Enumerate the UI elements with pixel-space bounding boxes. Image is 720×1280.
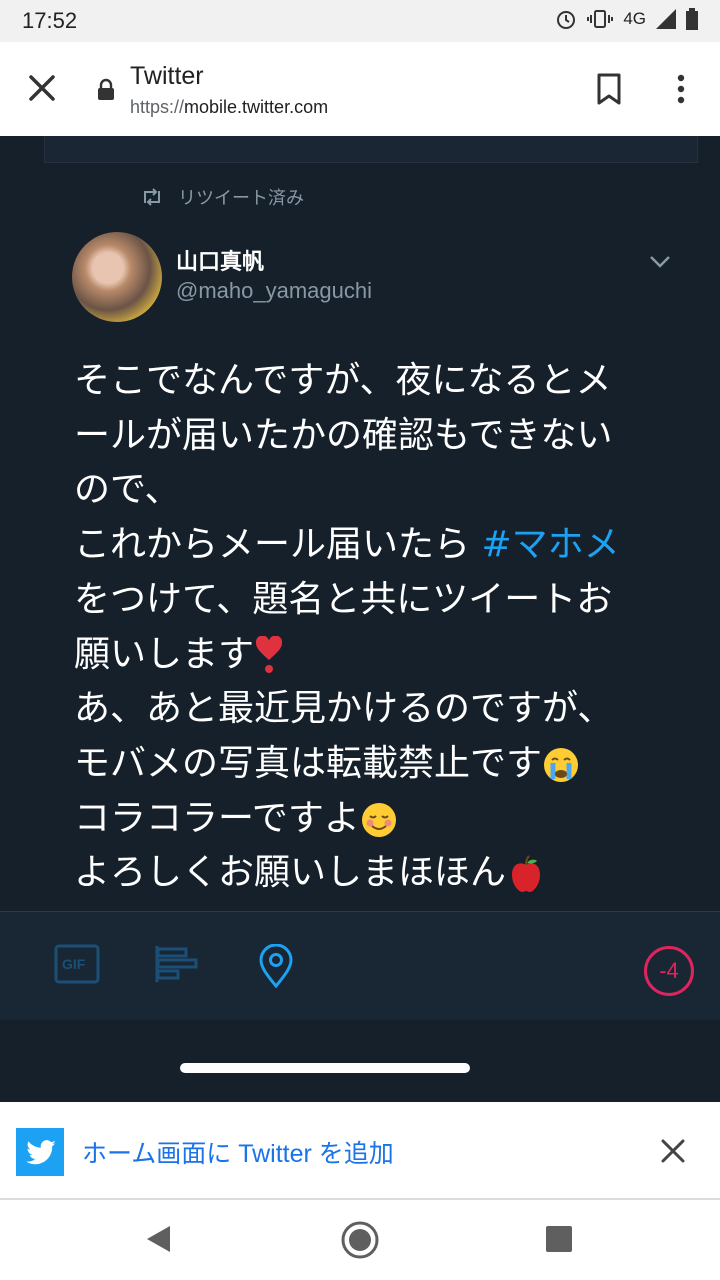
close-icon[interactable] — [660, 1138, 686, 1164]
back-icon[interactable] — [144, 1224, 172, 1254]
twitter-content: リツイート済み 山口真帆 @maho_yamaguchi そこでなんですが、夜に… — [0, 136, 720, 1102]
compose-toolbar: GIF -4 — [0, 911, 720, 1020]
poll-icon[interactable] — [154, 944, 198, 984]
retweet-label: リツイート済み — [178, 188, 304, 209]
gesture-handle[interactable] — [180, 1063, 470, 1073]
battery-icon — [686, 8, 698, 30]
status-icons: 4G — [555, 8, 698, 30]
hashtag-link[interactable]: #マホメ — [481, 524, 619, 565]
gif-label: GIF — [62, 956, 86, 972]
alarm-icon — [557, 11, 576, 29]
status-bar: 17:52 4G — [0, 0, 720, 42]
tweet-text-fragment: コラコラーですよ — [74, 797, 360, 839]
tweet-line: これからメール届いたら #マホメ — [74, 518, 654, 573]
more-vert-icon[interactable] — [668, 72, 694, 106]
avatar[interactable] — [72, 232, 162, 322]
twitter-logo-icon — [16, 1128, 64, 1176]
retweet-icon — [144, 188, 160, 206]
tweet-line: そこでなんですが、夜になるとメ — [74, 360, 612, 401]
tweet-line: をつけて、題名と共にツイートお — [74, 578, 613, 620]
lock-icon — [98, 78, 114, 100]
tweet-text-fragment: モバメの写真は転載禁止です — [74, 742, 543, 784]
retweet-indicator: リツイート済み — [140, 184, 304, 210]
network-type: 4G — [623, 9, 646, 28]
location-icon[interactable] — [256, 944, 296, 988]
crying-face-icon — [544, 747, 579, 782]
smiling-face-icon — [361, 802, 396, 837]
url-host: mobile.twitter.com — [184, 97, 329, 117]
tweet-line: よろしくお願いしまほほん — [74, 846, 654, 901]
page-title: Twitter — [130, 62, 204, 90]
custom-tab-toolbar: Twitter https://mobile.twitter.com — [0, 42, 720, 137]
recent-apps-icon[interactable] — [546, 1226, 572, 1252]
heart-exclamation-icon — [256, 635, 283, 673]
tweet-line: モバメの写真は転載禁止です — [74, 737, 654, 792]
tweet-text-fragment: 願いします — [74, 633, 255, 675]
bookmark-icon[interactable] — [594, 72, 624, 106]
add-to-homescreen-banner[interactable]: ホーム画面に Twitter を追加 — [0, 1102, 720, 1201]
home-icon[interactable] — [340, 1220, 380, 1260]
apple-icon — [512, 855, 541, 893]
status-time: 17:52 — [22, 8, 78, 33]
signal-icon — [656, 9, 676, 29]
url-scheme: https:// — [130, 97, 185, 117]
system-navigation-bar — [0, 1200, 720, 1280]
close-icon[interactable] — [26, 72, 58, 104]
vibrate-icon — [587, 10, 614, 28]
tweet-line: ールが届いたかの確認もできない — [74, 414, 613, 456]
banner-text[interactable]: ホーム画面に Twitter を追加 — [82, 1134, 394, 1170]
tweet-line: 願いします — [74, 628, 654, 683]
tweet-line: あ、あと最近見かけるのですが、 — [74, 688, 614, 730]
tweet-text: そこでなんですが、夜になるとメ ールが届いたかの確認もできない ので、 これから… — [74, 354, 654, 901]
chevron-down-icon[interactable] — [648, 254, 672, 270]
previous-tweet-card[interactable] — [44, 136, 698, 163]
tweet-text-fragment: よろしくお願いしまほほん — [74, 852, 507, 894]
author-handle[interactable]: @maho_yamaguchi — [176, 278, 372, 304]
character-counter: -4 — [644, 946, 694, 996]
page-url[interactable]: https://mobile.twitter.com — [130, 97, 328, 118]
tweet-line: ので、 — [74, 469, 181, 511]
tweet-text-fragment: これからメール届いたら — [74, 524, 482, 566]
tweet-line: コラコラーですよ — [74, 792, 654, 847]
author-name[interactable]: 山口真帆 — [176, 244, 264, 276]
